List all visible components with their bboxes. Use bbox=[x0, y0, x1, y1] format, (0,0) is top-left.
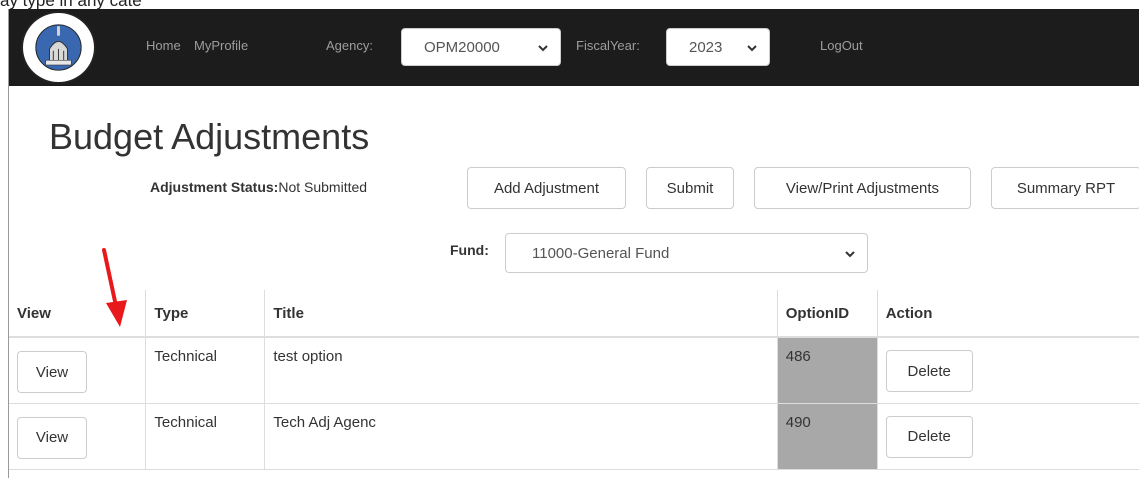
delete-button[interactable]: Delete bbox=[885, 350, 973, 392]
adjustment-status: Adjustment Status:Not Submitted bbox=[150, 179, 367, 195]
fiscal-year-select-value: 2023 bbox=[689, 38, 723, 56]
status-value: Not Submitted bbox=[278, 179, 368, 195]
fund-select-value: 11000-General Fund bbox=[532, 244, 670, 262]
caption-text: ay type in any cate bbox=[0, 0, 142, 10]
agency-label: Agency: bbox=[326, 38, 373, 53]
table-row: View Technical Tech Adj Agenc 490 Delete bbox=[9, 403, 1139, 470]
column-header-option-id: OptionID bbox=[776, 290, 878, 338]
option-id-cell: 486 bbox=[776, 337, 878, 404]
agency-select[interactable]: OPM20000 bbox=[401, 28, 561, 66]
column-header-title: Title bbox=[264, 290, 778, 338]
view-button[interactable]: View bbox=[17, 351, 87, 393]
chevron-down-icon bbox=[747, 45, 757, 52]
view-print-adjustments-button[interactable]: View/Print Adjustments bbox=[754, 167, 971, 209]
fund-select[interactable]: 11000-General Fund bbox=[505, 233, 868, 273]
nav-logout[interactable]: LogOut bbox=[820, 38, 863, 53]
type-cell: Technical bbox=[145, 403, 265, 470]
agency-select-value: OPM20000 bbox=[424, 38, 500, 56]
chevron-down-icon bbox=[845, 251, 855, 258]
type-cell: Technical bbox=[145, 337, 265, 404]
column-header-action: Action bbox=[876, 290, 1139, 338]
navbar: Home MyProfile Agency: OPM20000 FiscalYe… bbox=[9, 9, 1139, 86]
fiscal-year-label: FiscalYear: bbox=[576, 38, 640, 53]
status-label: Adjustment Status: bbox=[150, 179, 279, 195]
summary-rpt-button[interactable]: Summary RPT bbox=[991, 167, 1139, 209]
fiscal-year-select[interactable]: 2023 bbox=[666, 28, 770, 66]
page-title: Budget Adjustments bbox=[49, 116, 370, 157]
table-header-row: View Type Title OptionID Action bbox=[9, 290, 1139, 338]
adjustments-table: View Type Title OptionID Action View Tec… bbox=[9, 290, 1139, 470]
column-header-type: Type bbox=[145, 290, 265, 338]
column-header-view: View bbox=[9, 290, 146, 338]
view-button[interactable]: View bbox=[17, 416, 87, 459]
view-cell: View bbox=[9, 403, 146, 470]
title-cell: test option bbox=[264, 337, 778, 404]
chevron-down-icon bbox=[538, 45, 548, 52]
submit-button[interactable]: Submit bbox=[646, 167, 734, 209]
title-cell: Tech Adj Agenc bbox=[264, 403, 778, 470]
option-id-cell: 490 bbox=[776, 403, 878, 470]
action-cell: Delete bbox=[876, 337, 1139, 404]
nav-home[interactable]: Home bbox=[146, 38, 181, 53]
fund-label: Fund: bbox=[450, 242, 489, 258]
nav-my-profile[interactable]: MyProfile bbox=[194, 38, 248, 53]
app-frame: Home MyProfile Agency: OPM20000 FiscalYe… bbox=[8, 9, 1139, 478]
seal-icon bbox=[25, 14, 92, 81]
delete-button[interactable]: Delete bbox=[885, 415, 973, 458]
opm-seal-logo[interactable] bbox=[21, 11, 96, 84]
table-row: View Technical test option 486 Delete bbox=[9, 337, 1139, 404]
action-cell: Delete bbox=[876, 403, 1139, 470]
add-adjustment-button[interactable]: Add Adjustment bbox=[467, 167, 626, 209]
view-cell: View bbox=[9, 337, 146, 404]
